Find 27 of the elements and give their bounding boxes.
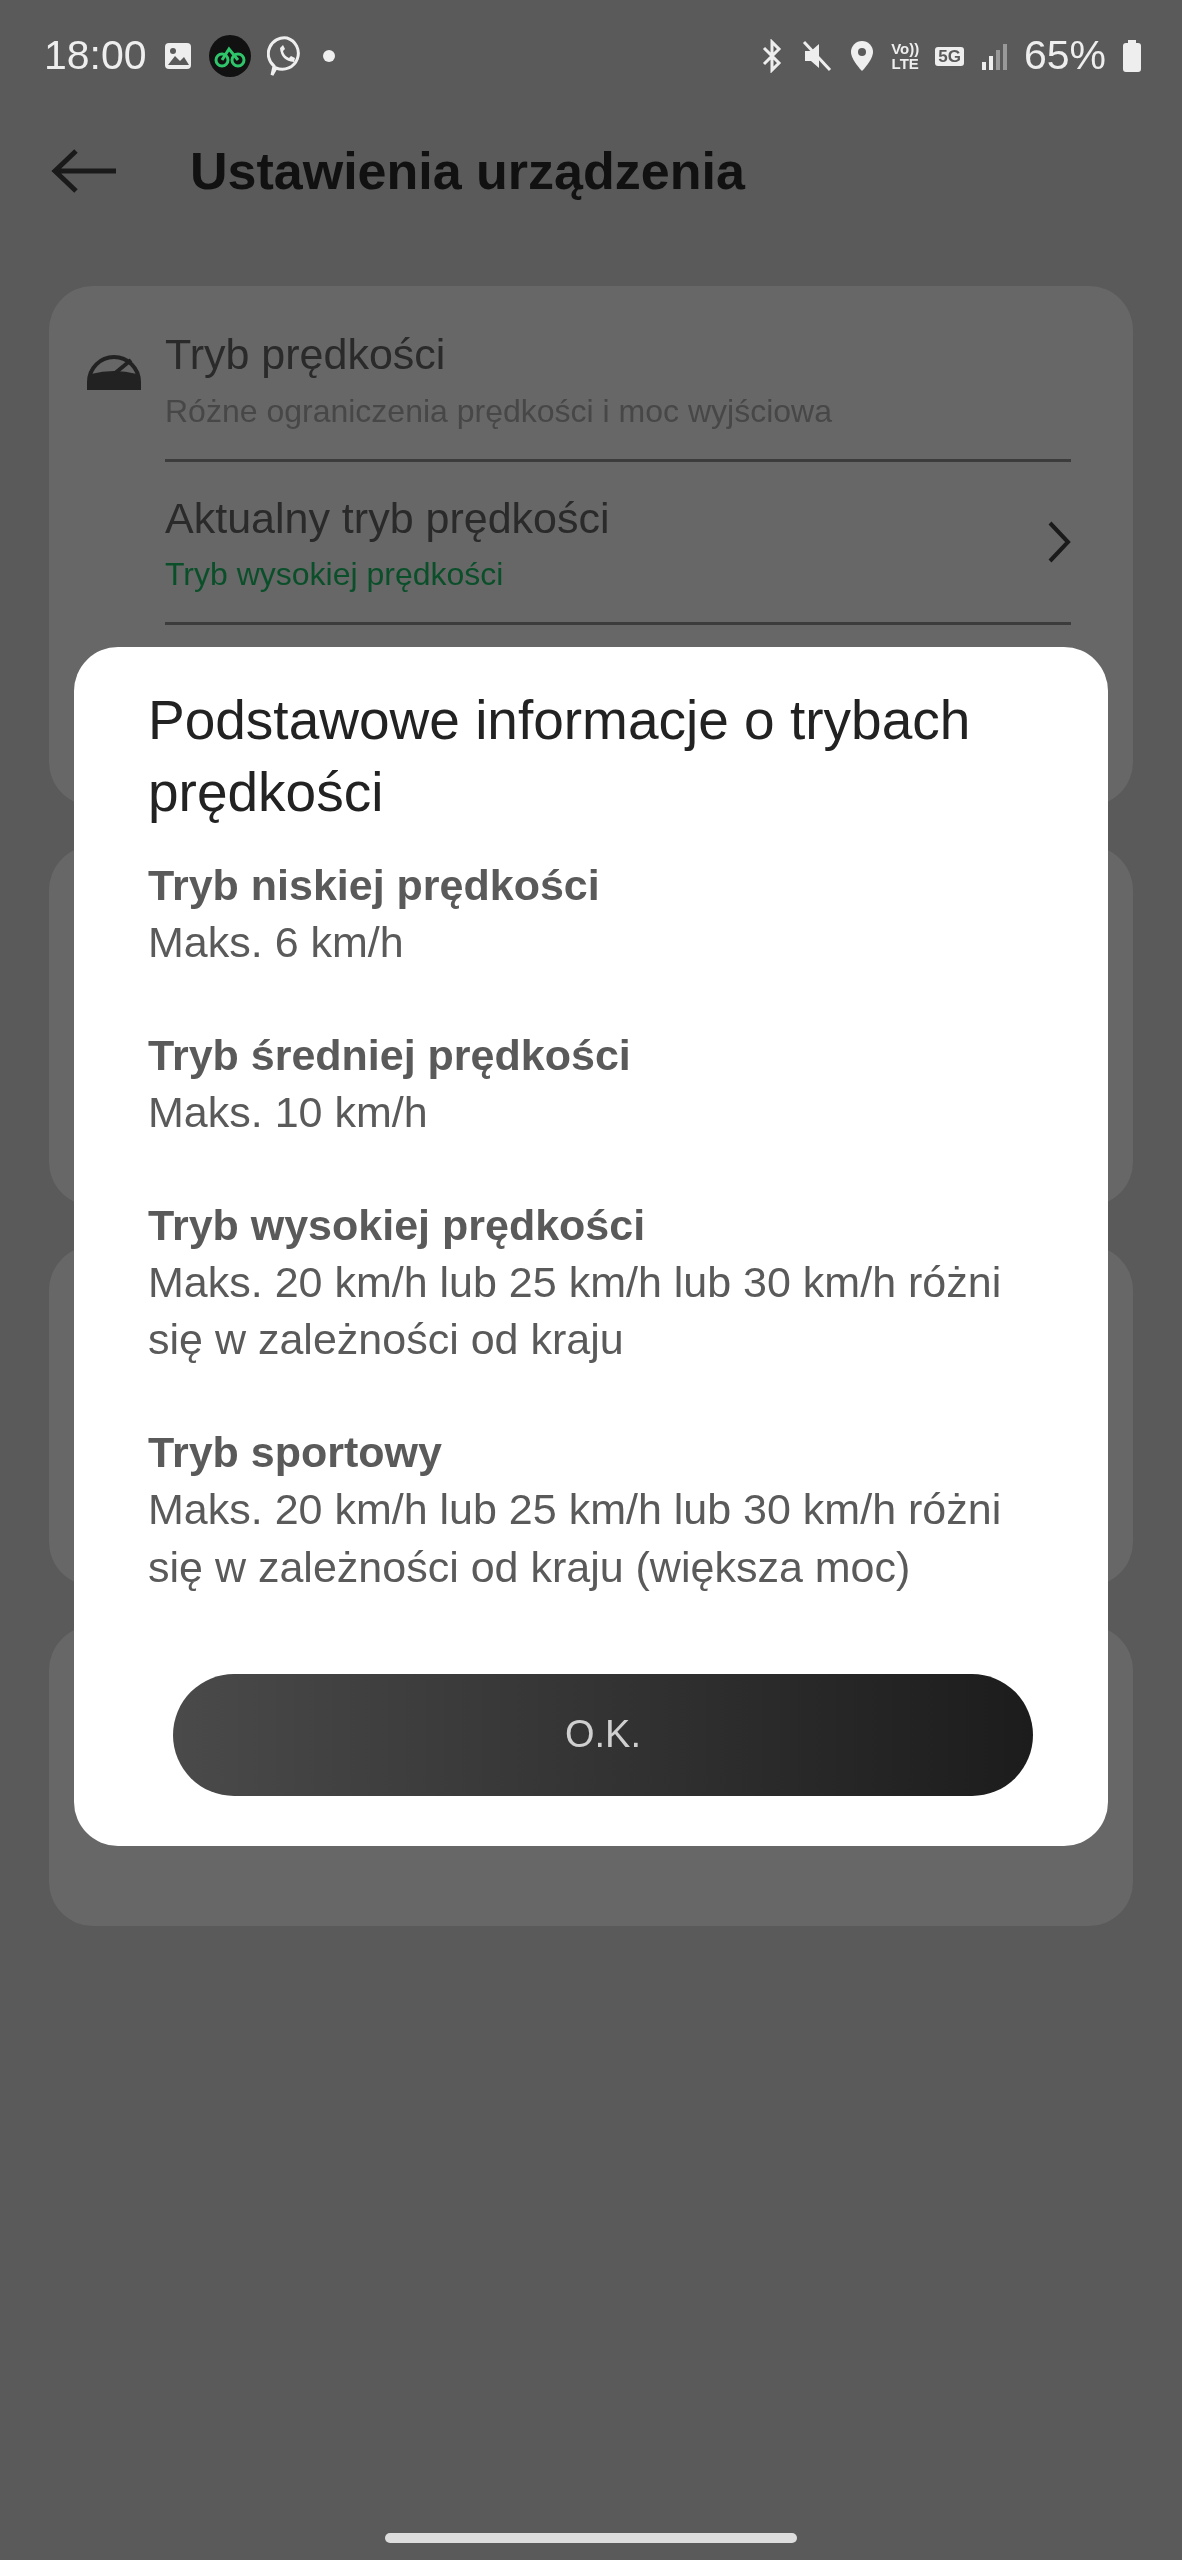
mode-description: Maks. 20 km/h lub 25 km/h lub 30 km/h różni się w zależności od kraju (większa moc)	[148, 1484, 1003, 1593]
battery-icon	[1122, 39, 1142, 73]
mode-name: Tryb wysokiej prędkości	[148, 1200, 647, 1252]
mode-name: Tryb średniej prędkości	[148, 1030, 632, 1082]
setting-title: Tryb prędkości	[165, 329, 447, 380]
volte-label: LTE	[891, 56, 919, 71]
mode-name: Tryb sportowy	[148, 1427, 443, 1479]
status-time: 18:00	[44, 31, 147, 81]
ok-button[interactable]: O.K.	[173, 1673, 1033, 1796]
bicycle-icon	[208, 35, 251, 77]
chevron-right-icon	[1047, 519, 1071, 564]
image-icon	[162, 41, 193, 71]
muted-speaker-icon	[801, 39, 834, 73]
volte-label: Vo))	[891, 41, 920, 56]
screen-title: Ustawienia urządzenia	[190, 141, 745, 202]
signal-icon	[979, 42, 1008, 70]
dialog-title: Podstawowe informacje o trybach prędkości	[148, 688, 972, 825]
setting-label: Aktualny tryb prędkości	[165, 492, 611, 544]
location-pin-icon	[849, 39, 876, 73]
mode-description: Maks. 10 km/h	[148, 1086, 429, 1138]
mode-description: Maks. 6 km/h	[148, 916, 405, 968]
network-label: 5G	[935, 46, 964, 66]
battery-percent: 65%	[1023, 31, 1106, 81]
dot-icon	[322, 50, 335, 62]
setting-value: Tryb wysokiej prędkości	[165, 555, 505, 594]
mode-name: Tryb niskiej prędkości	[148, 860, 601, 911]
mode-description: Maks. 20 km/h lub 25 km/h lub 30 km/h różni się w zależności od kraju	[148, 1257, 1003, 1366]
